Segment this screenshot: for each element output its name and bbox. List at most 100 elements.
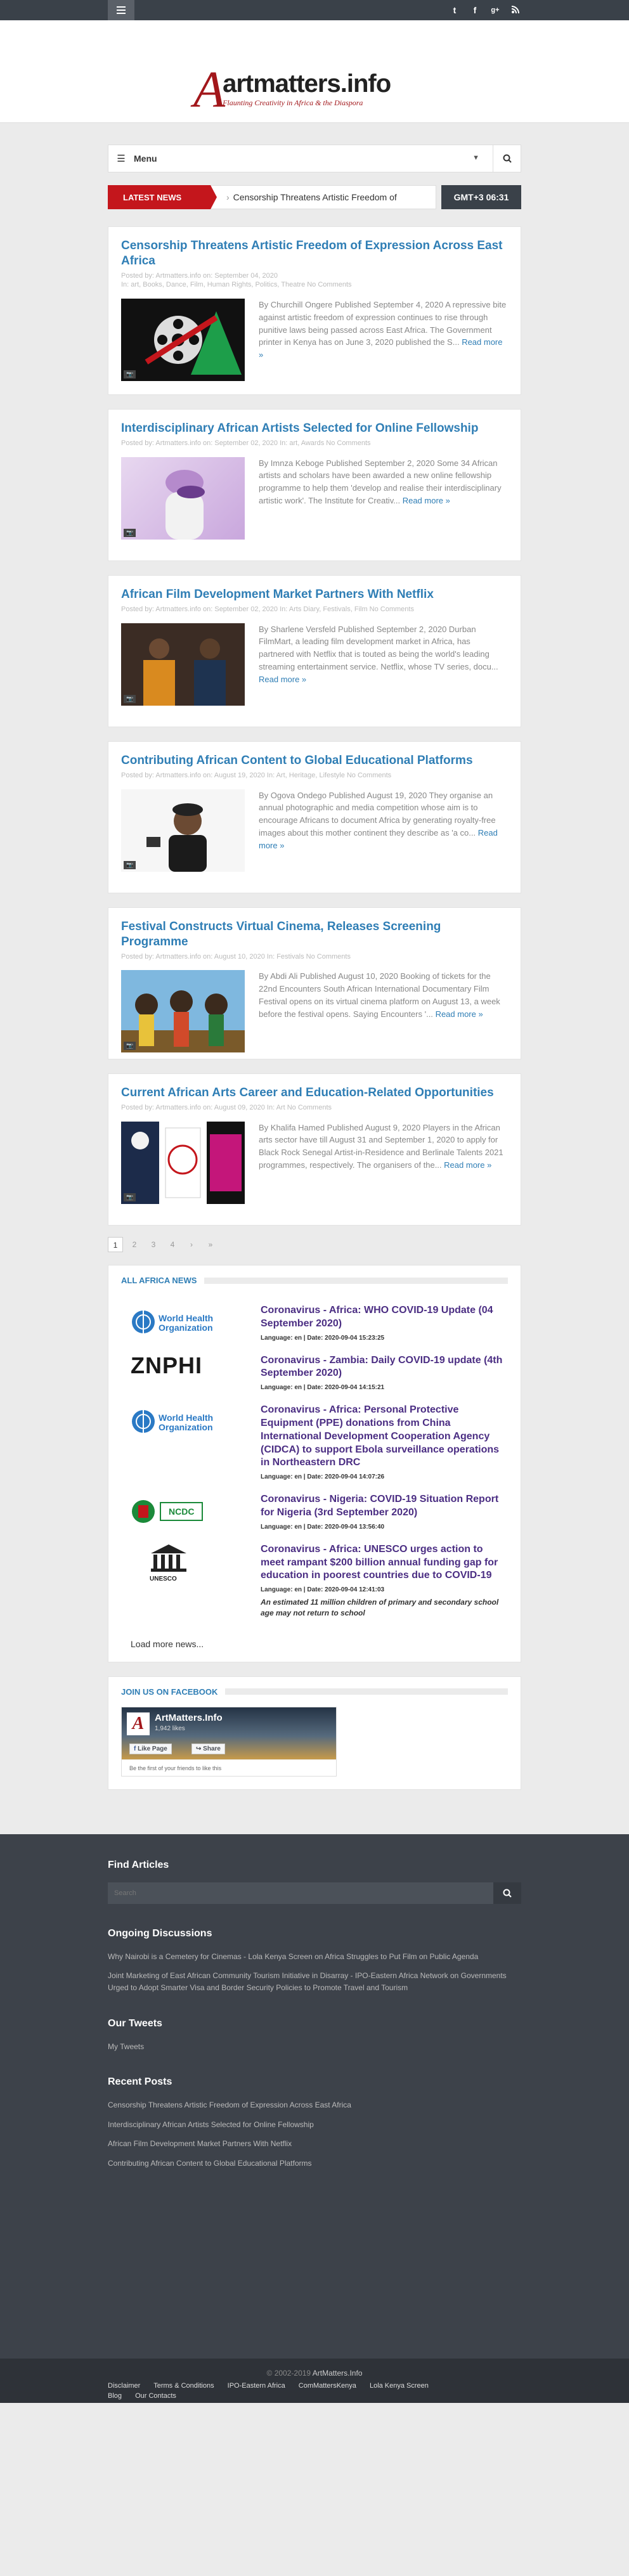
news-item: World Health Organization Coronavirus - … [108, 1295, 521, 1348]
footer-heading: Find Articles [108, 1859, 169, 1870]
top-menu-button[interactable] [108, 0, 134, 20]
page-link-current[interactable]: 1 [108, 1237, 123, 1252]
site-tagline: Flaunting Creativity in Africa & the Dia… [223, 98, 363, 107]
footer-link[interactable]: Lola Kenya Screen [370, 2382, 429, 2390]
post-title[interactable]: Interdisciplinary African Artists Select… [121, 421, 508, 436]
google-plus-icon[interactable]: g+ [491, 6, 500, 15]
menu-hamburger-icon[interactable]: ☰ [108, 153, 134, 164]
post-card: Contributing African Content to Global E… [108, 741, 521, 893]
post-excerpt: By Sharlene Versfeld Published September… [259, 624, 498, 684]
chevron-down-icon[interactable]: ▼ [472, 154, 479, 162]
post-excerpt: By Khalifa Hamed Published August 9, 202… [259, 1122, 503, 1170]
post-title[interactable]: Contributing African Content to Global E… [121, 753, 508, 768]
search-icon [503, 154, 512, 163]
ticker-headline[interactable]: › Censorship Threatens Artistic Freedom o… [211, 185, 436, 209]
read-more-link[interactable]: Read more » [403, 496, 450, 505]
fb-page-name[interactable]: ArtMatters.Info [155, 1712, 223, 1723]
news-item: World Health Organization Coronavirus - … [108, 1397, 521, 1487]
recent-post-link[interactable]: Interdisciplinary African Artists Select… [108, 2119, 521, 2131]
footer-bottom: © 2002-2019 ArtMatters.Info Disclaimer T… [0, 2358, 629, 2403]
post-excerpt: By Imnza Keboge Published September 2, 2… [259, 458, 502, 505]
footer-link[interactable]: ComMattersKenya [299, 2382, 356, 2390]
post-meta: Posted by: Artmatters.info on: August 19… [121, 771, 392, 779]
rss-icon[interactable] [511, 6, 520, 15]
recent-post-link[interactable]: Censorship Threatens Artistic Freedom of… [108, 2099, 521, 2111]
post-thumbnail[interactable]: 📷 [121, 789, 245, 872]
news-logo: ZNPHI [131, 1354, 235, 1392]
post-list: Censorship Threatens Artistic Freedom of… [108, 226, 521, 1226]
search-button[interactable] [493, 145, 521, 172]
footer-search-button[interactable] [493, 1882, 521, 1904]
page-link[interactable]: 3 [146, 1237, 161, 1252]
news-meta: Language: en | Date: 2020-09-04 14:15:21 [261, 1384, 385, 1392]
twitter-icon[interactable]: t [450, 6, 459, 15]
news-ticker: LATEST NEWS › Censorship Threatens Artist… [108, 185, 521, 209]
news-title[interactable]: Coronavirus - Africa: Personal Protectiv… [261, 1404, 508, 1470]
post-title[interactable]: African Film Development Market Partners… [121, 587, 508, 602]
panel-title: JOIN US ON FACEBOOK [121, 1686, 218, 1697]
camera-icon: 📷 [124, 1193, 136, 1201]
site-logo[interactable]: A artmatters.info Flaunting Creativity i… [193, 63, 391, 115]
footer-link[interactable]: Disclaimer [108, 2382, 140, 2390]
recent-post-link[interactable]: African Film Development Market Partners… [108, 2138, 521, 2150]
read-more-link[interactable]: Read more » [436, 1009, 483, 1019]
footer-link[interactable]: Blog [108, 2392, 122, 2400]
next-page-link[interactable]: › [184, 1237, 199, 1252]
recent-post-link[interactable]: Contributing African Content to Global E… [108, 2158, 521, 2170]
footer-heading: Ongoing Discussions [108, 1927, 212, 1939]
post-title[interactable]: Censorship Threatens Artistic Freedom of… [121, 238, 508, 269]
read-more-link[interactable]: Read more » [444, 1160, 491, 1170]
news-item: NCDC Coronavirus - Nigeria: COVID-19 Sit… [108, 1487, 521, 1537]
site-name: artmatters.info [223, 70, 391, 98]
ticker-text: Censorship Threatens Artistic Freedom of [233, 192, 397, 202]
news-logo: NCDC [131, 1493, 235, 1531]
news-title[interactable]: Coronavirus - Nigeria: COVID-19 Situatio… [261, 1493, 508, 1520]
post-excerpt: By Abdi Ali Published August 10, 2020 Bo… [259, 971, 500, 1019]
load-more-news-link[interactable]: Load more news... [108, 1625, 521, 1662]
page-link[interactable]: 2 [127, 1237, 142, 1252]
news-title[interactable]: Coronavirus - Africa: WHO COVID-19 Updat… [261, 1304, 508, 1331]
page-link[interactable]: 4 [165, 1237, 180, 1252]
fb-share-button[interactable]: ↪ Share [191, 1743, 225, 1754]
fb-like-button[interactable]: f Like Page [129, 1743, 172, 1754]
discussion-link[interactable]: Why Nairobi is a Cemetery for Cinemas - … [108, 1951, 521, 1963]
post-thumbnail[interactable]: 📷 [121, 623, 245, 706]
news-title[interactable]: Coronavirus - Africa: UNESCO urges actio… [261, 1543, 508, 1582]
footer-link[interactable]: IPO-Eastern Africa [228, 2382, 285, 2390]
post-thumbnail[interactable]: 📷 [121, 970, 245, 1053]
nigeria-crest-icon [132, 1500, 155, 1524]
film-reel-icon [121, 299, 245, 382]
footer-search-input[interactable]: Search [108, 1882, 493, 1904]
facebook-widget[interactable]: A ArtMatters.Info 1,942 likes f Like Pag… [121, 1706, 337, 1777]
facebook-icon[interactable]: f [470, 6, 479, 15]
logo-mark: A [193, 60, 226, 118]
post-thumbnail[interactable]: 📷 [121, 456, 245, 540]
read-more-link[interactable]: Read more » [259, 675, 306, 684]
my-tweets-link[interactable]: My Tweets [108, 2041, 521, 2053]
news-logo: World Health Organization [131, 1404, 235, 1480]
site-footer: Find Articles Search Ongoing Discussions… [0, 1834, 629, 2403]
post-thumbnail[interactable]: 📷 [121, 1121, 245, 1204]
ticker-time: GMT+3 06:31 [441, 185, 521, 209]
menu-label[interactable]: Menu [134, 153, 157, 164]
news-logo-text: NCDC [160, 1502, 204, 1522]
footer-links: Disclaimer Terms & Conditions IPO-Easter… [108, 2381, 521, 2402]
post-card: Festival Constructs Virtual Cinema, Rele… [108, 907, 521, 1059]
post-title[interactable]: Festival Constructs Virtual Cinema, Rele… [121, 919, 508, 950]
post-thumbnail[interactable]: 📷 [121, 299, 245, 382]
footer-link[interactable]: Terms & Conditions [153, 2382, 214, 2390]
footer-heading: Recent Posts [108, 2076, 172, 2088]
camera-icon: 📷 [124, 694, 136, 703]
post-meta: Posted by: Artmatters.info on: September… [121, 605, 414, 613]
discussion-link[interactable]: Joint Marketing of East African Communit… [108, 1970, 521, 1993]
unesco-temple-icon [151, 1544, 186, 1572]
last-page-link[interactable]: » [203, 1237, 218, 1252]
post-card: African Film Development Market Partners… [108, 575, 521, 727]
post-meta: Posted by: Artmatters.info on: September… [121, 439, 371, 447]
news-title[interactable]: Coronavirus - Zambia: Daily COVID-19 upd… [261, 1354, 508, 1381]
footer-link[interactable]: Our Contacts [135, 2392, 176, 2400]
camera-icon: 📷 [124, 860, 136, 869]
post-meta: Posted by: Artmatters.info on: August 09… [121, 1103, 332, 1111]
post-title[interactable]: Current African Arts Career and Educatio… [121, 1085, 508, 1101]
hamburger-icon [117, 6, 126, 14]
